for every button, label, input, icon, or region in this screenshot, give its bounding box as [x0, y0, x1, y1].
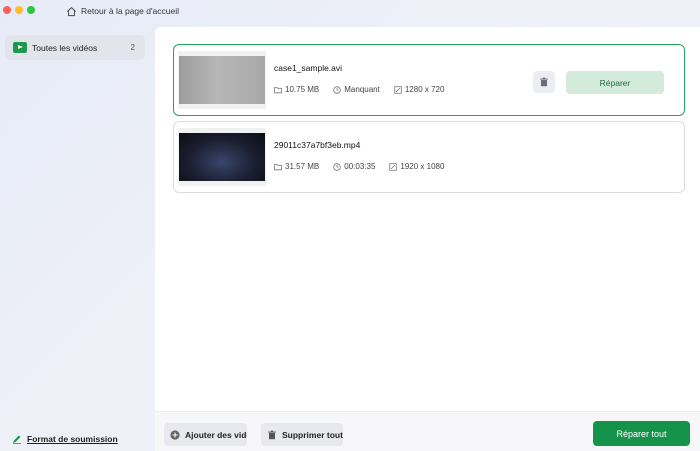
pencil-icon [13, 435, 21, 444]
video-resolution: 1920 x 1080 [389, 162, 444, 171]
app-window: Retour à la page d'accueil Toutes les vi… [0, 0, 700, 451]
zoom-window-button[interactable] [27, 6, 35, 14]
file-size: 10.75 MB [274, 85, 319, 94]
folder-icon [274, 163, 282, 170]
video-resolution-value: 1920 x 1080 [400, 162, 445, 171]
home-icon [67, 6, 76, 16]
trash-icon [540, 77, 548, 87]
clock-icon [333, 85, 341, 94]
video-duration-value: Manquant [344, 85, 380, 94]
file-size: 31.57 MB [274, 162, 319, 171]
minimize-window-button[interactable] [15, 6, 23, 14]
resolution-icon [389, 162, 398, 171]
close-window-button[interactable] [3, 6, 11, 14]
video-thumbnail-image [179, 56, 265, 104]
delete-video-button[interactable] [533, 71, 555, 93]
folder-icon [274, 86, 282, 93]
clock-icon [333, 162, 341, 171]
video-duration: Manquant [333, 85, 380, 94]
video-thumbnail [178, 128, 266, 186]
video-row[interactable]: 29011c37a7bf3eb.mp4 31.57 MB 00:03:35 19… [173, 121, 685, 193]
video-thumbnail [178, 51, 266, 109]
video-play-icon [13, 42, 27, 53]
video-file-name: 29011c37a7bf3eb.mp4 [274, 140, 361, 150]
file-size-value: 10.75 MB [285, 85, 320, 94]
trash-icon [268, 430, 276, 439]
title-bar: Retour à la page d'accueil [0, 0, 700, 24]
sidebar: Toutes les vidéos 2 Format de soumission [0, 24, 155, 451]
video-resolution: 1280 x 720 [394, 85, 445, 94]
resolution-icon [394, 85, 402, 94]
repair-button[interactable]: Réparer [566, 71, 664, 94]
plus-circle-icon [170, 429, 180, 440]
video-duration-value: 00:03:35 [344, 162, 376, 171]
delete-all-button[interactable]: Supprimer tout [261, 423, 343, 446]
submission-format-label: Format de soumission [27, 434, 118, 444]
repair-all-button[interactable]: Réparer tout [593, 421, 690, 446]
video-meta: 31.57 MB 00:03:35 1920 x 1080 [274, 162, 458, 171]
video-list-panel: case1_sample.avi 10.75 MB Manquant 1280 … [155, 27, 700, 451]
video-thumbnail-image [179, 133, 265, 181]
back-to-home-button[interactable]: Retour à la page d'accueil [66, 4, 179, 18]
video-meta: 10.75 MB Manquant 1280 x 720 [274, 85, 458, 94]
action-footer: Ajouter des vidéos Supprimer tout Répare… [155, 411, 700, 451]
submission-format-link[interactable]: Format de soumission [12, 434, 118, 444]
video-duration: 00:03:35 [333, 162, 375, 171]
sidebar-item-all-videos[interactable]: Toutes les vidéos 2 [5, 35, 145, 60]
add-videos-label: Ajouter des vidéos [185, 429, 247, 440]
delete-all-label: Supprimer tout [282, 429, 343, 440]
add-videos-button[interactable]: Ajouter des vidéos [164, 423, 247, 446]
video-resolution-value: 1280 x 720 [404, 85, 445, 94]
video-file-name: case1_sample.avi [274, 63, 343, 73]
file-size-value: 31.57 MB [285, 162, 320, 171]
back-to-home-label: Retour à la page d'accueil [81, 6, 180, 16]
sidebar-item-count: 2 [130, 43, 135, 52]
video-row[interactable]: case1_sample.avi 10.75 MB Manquant 1280 … [173, 44, 685, 116]
sidebar-item-label: Toutes les vidéos [32, 42, 98, 53]
